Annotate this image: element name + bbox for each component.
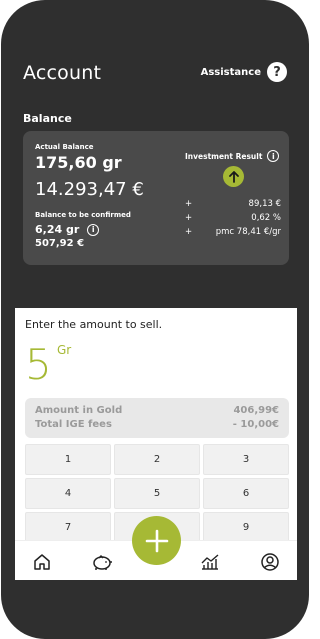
actual-balance-euros: 14.293,47 € bbox=[35, 179, 144, 200]
page-title: Account bbox=[23, 62, 102, 84]
investment-row-value: pmc 78,41 €/gr bbox=[215, 227, 281, 237]
investment-row: + 89,13 € bbox=[185, 199, 281, 209]
key-7[interactable]: 7 bbox=[25, 512, 111, 543]
pending-balance-grams: 6,24 gr bbox=[35, 223, 80, 236]
investment-row-value: 0,62 % bbox=[251, 213, 281, 223]
actual-balance-label: Actual Balance bbox=[35, 143, 94, 151]
key-6[interactable]: 6 bbox=[203, 478, 289, 509]
amount-input[interactable]: 5 bbox=[25, 340, 52, 389]
investment-result-title: Investment Result bbox=[185, 151, 263, 161]
chart-icon[interactable] bbox=[199, 551, 221, 573]
phone-frame: Account Assistance ? Balance Actual Bala… bbox=[1, 0, 309, 639]
help-icon: ? bbox=[267, 62, 287, 82]
assistance-button[interactable]: Assistance ? bbox=[201, 62, 287, 82]
amount-unit: Gr bbox=[57, 343, 72, 357]
fees-value: 406,99€ bbox=[233, 405, 279, 416]
key-4[interactable]: 4 bbox=[25, 478, 111, 509]
key-5[interactable]: 5 bbox=[114, 478, 200, 509]
key-2[interactable]: 2 bbox=[114, 444, 200, 475]
piggy-bank-icon[interactable] bbox=[91, 551, 113, 573]
key-9[interactable]: 9 bbox=[203, 512, 289, 543]
fees-row: Amount in Gold 406,99€ bbox=[35, 404, 279, 418]
fees-label: Amount in Gold bbox=[35, 405, 123, 416]
sell-prompt: Enter the amount to sell. bbox=[25, 318, 163, 331]
key-3[interactable]: 3 bbox=[203, 444, 289, 475]
actual-balance-grams: 175,60 gr bbox=[35, 153, 122, 172]
fees-summary: Amount in Gold 406,99€ Total IGE fees - … bbox=[25, 398, 289, 438]
investment-row-value: 89,13 € bbox=[248, 199, 281, 209]
profile-icon[interactable] bbox=[259, 551, 281, 573]
key-1[interactable]: 1 bbox=[25, 444, 111, 475]
info-icon[interactable]: i bbox=[87, 223, 100, 236]
plus-icon bbox=[145, 529, 168, 552]
assistance-label: Assistance bbox=[200, 66, 261, 78]
investment-row: + pmc 78,41 €/gr bbox=[185, 227, 281, 237]
pending-balance-grams-row: 6,24 gr i bbox=[35, 223, 100, 236]
info-icon[interactable]: i bbox=[267, 150, 280, 162]
fees-row: Total IGE fees - 10,00€ bbox=[35, 418, 279, 432]
investment-result-title-row: Investment Result i bbox=[185, 150, 280, 162]
arrow-up-icon bbox=[223, 166, 244, 187]
home-icon[interactable] bbox=[31, 551, 53, 573]
pending-balance-label: Balance to be confirmed bbox=[35, 211, 131, 219]
pending-balance-euros: 507,92 € bbox=[35, 238, 85, 249]
balance-section-title: Balance bbox=[23, 112, 72, 125]
add-button[interactable] bbox=[132, 516, 181, 565]
balance-card: Actual Balance 175,60 gr 14.293,47 € Bal… bbox=[23, 131, 289, 265]
investment-row: + 0,62 % bbox=[185, 213, 281, 223]
fees-label: Total IGE fees bbox=[35, 419, 112, 430]
fees-value: - 10,00€ bbox=[232, 419, 279, 430]
